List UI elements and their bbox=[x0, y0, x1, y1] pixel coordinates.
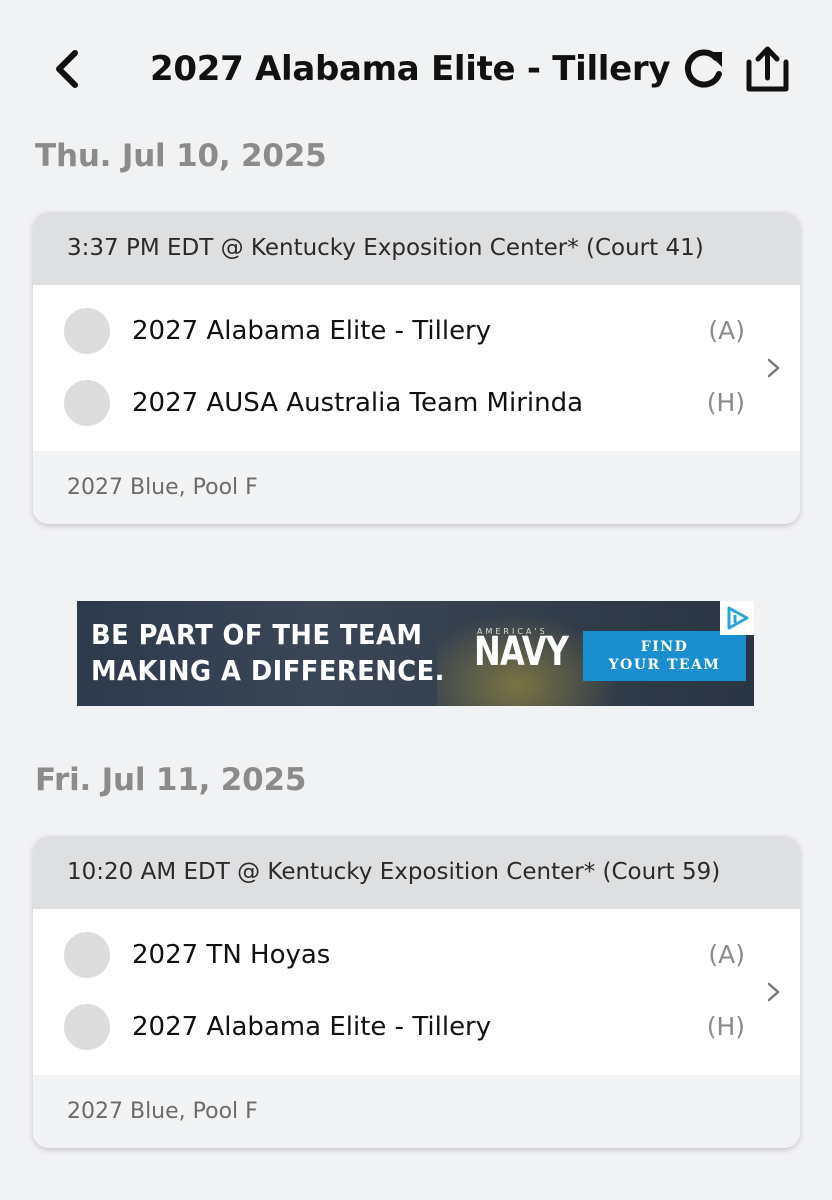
chevron-right-icon bbox=[767, 982, 780, 1002]
team-side: (A) bbox=[708, 316, 745, 345]
ad-cta-button[interactable]: FIND YOUR TEAM bbox=[583, 631, 746, 681]
match-division: 2027 Blue, Pool F bbox=[33, 1075, 800, 1148]
ad-choices-icon[interactable] bbox=[720, 601, 754, 635]
team-avatar bbox=[64, 932, 110, 978]
team-row: 2027 Alabama Elite - Tillery (A) bbox=[33, 301, 800, 361]
ad-info-icon bbox=[727, 606, 749, 630]
ad-headline: BE PART OF THE TEAM MAKING A DIFFERENCE. bbox=[91, 617, 445, 689]
app-header: 2027 Alabama Elite - Tillery bbox=[0, 0, 832, 130]
ad-brand: NAVY bbox=[474, 629, 569, 675]
team-row: 2027 Alabama Elite - Tillery (H) bbox=[33, 997, 800, 1057]
ad-line2: MAKING A DIFFERENCE. bbox=[91, 654, 445, 687]
team-row: 2027 TN Hoyas (A) bbox=[33, 925, 800, 985]
ad-cta-line2: YOUR TEAM bbox=[608, 657, 721, 673]
team-name: 2027 Alabama Elite - Tillery bbox=[132, 1012, 492, 1042]
page-title: 2027 Alabama Elite - Tillery bbox=[150, 49, 671, 89]
team-name: 2027 AUSA Australia Team Mirinda bbox=[132, 388, 584, 418]
team-avatar bbox=[64, 380, 110, 426]
team-name: 2027 TN Hoyas bbox=[132, 940, 331, 970]
ad-line1: BE PART OF THE TEAM bbox=[91, 618, 423, 651]
chevron-left-icon bbox=[56, 50, 78, 88]
team-name: 2027 Alabama Elite - Tillery bbox=[132, 316, 492, 346]
ad-cta-line1: FIND bbox=[640, 639, 689, 655]
back-button[interactable] bbox=[44, 44, 94, 94]
team-side: (A) bbox=[708, 940, 745, 969]
ad-banner[interactable]: BE PART OF THE TEAM MAKING A DIFFERENCE.… bbox=[77, 601, 754, 706]
match-division: 2027 Blue, Pool F bbox=[33, 451, 800, 524]
match-card[interactable]: 3:37 PM EDT @ Kentucky Exposition Center… bbox=[33, 212, 800, 524]
share-button[interactable] bbox=[740, 42, 794, 96]
team-side: (H) bbox=[706, 1012, 745, 1041]
match-time-location: 10:20 AM EDT @ Kentucky Exposition Cente… bbox=[33, 836, 800, 909]
day-header: Thu. Jul 10, 2025 bbox=[35, 138, 327, 174]
refresh-icon bbox=[684, 49, 722, 88]
share-icon bbox=[746, 46, 789, 92]
chevron-right-icon bbox=[767, 358, 780, 378]
day-header: Fri. Jul 11, 2025 bbox=[35, 762, 307, 798]
team-avatar bbox=[64, 308, 110, 354]
team-row: 2027 AUSA Australia Team Mirinda (H) bbox=[33, 373, 800, 433]
team-side: (H) bbox=[706, 388, 745, 417]
match-time-location: 3:37 PM EDT @ Kentucky Exposition Center… bbox=[33, 212, 800, 285]
refresh-button[interactable] bbox=[678, 44, 728, 94]
team-avatar bbox=[64, 1004, 110, 1050]
match-card[interactable]: 10:20 AM EDT @ Kentucky Exposition Cente… bbox=[33, 836, 800, 1148]
